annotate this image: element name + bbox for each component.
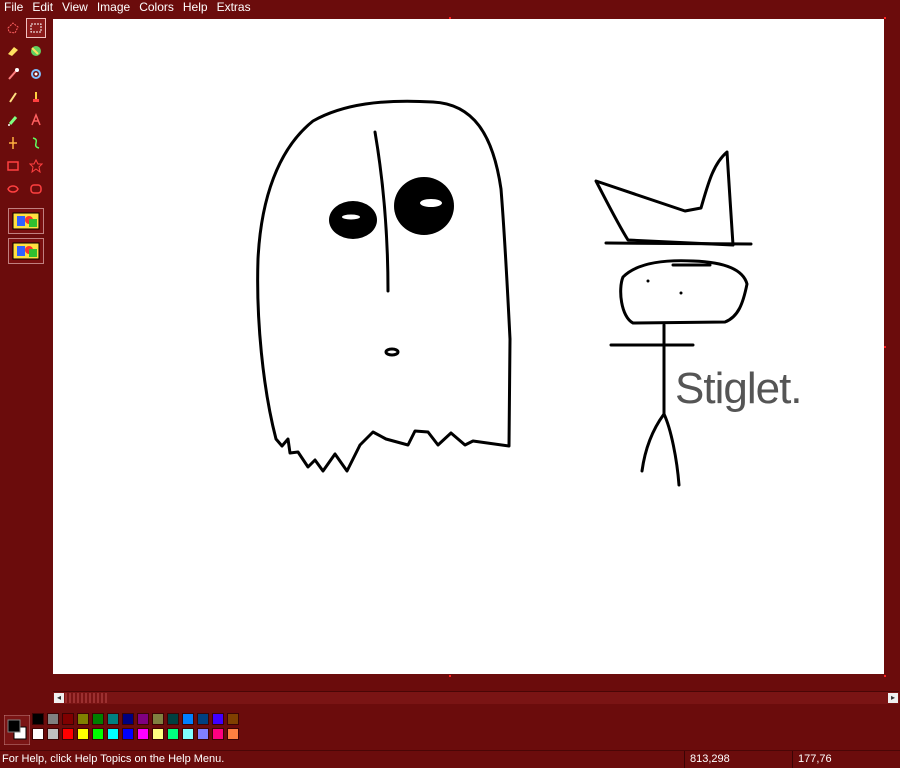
menu-extras[interactable]: Extras — [213, 0, 256, 15]
menu-bar: File Edit View Image Colors Help Extras — [0, 0, 900, 15]
menu-help[interactable]: Help — [179, 0, 213, 15]
color-swatch[interactable] — [122, 728, 134, 740]
curve-tool[interactable] — [26, 133, 46, 153]
pencil-tool[interactable] — [3, 87, 23, 107]
color-swatch[interactable] — [137, 713, 149, 725]
rectangle-icon — [7, 161, 19, 171]
resize-handle[interactable] — [449, 675, 451, 677]
shapes-option-icon — [12, 242, 40, 260]
menu-file[interactable]: File — [0, 0, 28, 15]
scroll-right-arrow[interactable]: ▸ — [888, 693, 898, 703]
color-swatch[interactable] — [92, 713, 104, 725]
color-swatch[interactable] — [167, 713, 179, 725]
rect-select-icon — [30, 23, 42, 33]
eraser-icon — [8, 47, 18, 56]
polygon-tool[interactable] — [26, 156, 46, 176]
color-swatch[interactable] — [77, 728, 89, 740]
toolbox — [0, 16, 50, 676]
scroll-thumb[interactable] — [65, 693, 109, 703]
color-swatch[interactable] — [77, 713, 89, 725]
menu-image[interactable]: Image — [93, 0, 135, 15]
status-selection-size: 177,76 — [798, 753, 832, 765]
color-swatch[interactable] — [182, 713, 194, 725]
free-select-tool[interactable] — [3, 18, 23, 38]
ghost-nose-line — [373, 130, 390, 293]
eraser-tool[interactable] — [3, 41, 23, 61]
color-swatch[interactable] — [197, 728, 209, 740]
pencil-icon — [9, 92, 17, 103]
ellipse-tool[interactable] — [3, 179, 23, 199]
color-swatch[interactable] — [167, 728, 179, 740]
magnifier-icon — [31, 69, 41, 79]
color-picker-icon — [8, 68, 19, 80]
brush-icon — [33, 92, 39, 102]
ghost-mouth — [384, 347, 400, 357]
fill-tool[interactable] — [26, 41, 46, 61]
free-select-icon — [7, 22, 19, 34]
color-swatch[interactable] — [197, 713, 209, 725]
color-swatch[interactable] — [137, 728, 149, 740]
stiglet-head — [619, 259, 749, 325]
hat-brim — [604, 241, 753, 246]
ellipse-icon — [7, 185, 19, 193]
opaque-option[interactable] — [8, 238, 44, 264]
color-swatch[interactable] — [152, 728, 164, 740]
color-swatch[interactable] — [107, 713, 119, 725]
resize-handle[interactable] — [884, 346, 886, 348]
color-swatch[interactable] — [212, 728, 224, 740]
color-swatch[interactable] — [32, 713, 44, 725]
color-swatch[interactable] — [182, 728, 194, 740]
rounded-rect-icon — [30, 184, 42, 194]
ghost-left-eye — [329, 201, 377, 239]
status-help-text: For Help, click Help Topics on the Help … — [2, 753, 225, 765]
hat — [594, 150, 735, 247]
color-swatch[interactable] — [62, 728, 74, 740]
status-bar: For Help, click Help Topics on the Help … — [0, 750, 900, 768]
line-tool[interactable] — [3, 133, 23, 153]
color-swatch[interactable] — [107, 728, 119, 740]
drawing — [256, 99, 753, 487]
color-swatch[interactable] — [47, 728, 59, 740]
scroll-left-arrow[interactable]: ◂ — [54, 693, 64, 703]
magnifier-tool[interactable] — [26, 64, 46, 84]
color-swatch[interactable] — [47, 713, 59, 725]
rect-select-tool[interactable] — [26, 18, 46, 38]
transparent-option[interactable] — [8, 208, 44, 234]
status-cursor-position: 813,298 — [690, 753, 730, 765]
rectangle-tool[interactable] — [3, 156, 23, 176]
drawing-label: Stiglet. — [675, 364, 803, 413]
current-colors[interactable] — [4, 715, 30, 745]
color-swatch[interactable] — [32, 728, 44, 740]
menu-colors[interactable]: Colors — [135, 0, 179, 15]
stiglet-legs — [640, 412, 681, 487]
curve-icon — [32, 137, 40, 149]
text-icon — [31, 113, 41, 126]
text-tool[interactable] — [26, 110, 46, 130]
primary-color — [7, 719, 21, 733]
menu-view[interactable]: View — [58, 0, 93, 15]
drawing-canvas[interactable]: Stiglet. — [53, 19, 884, 674]
shapes-option-icon — [12, 212, 40, 230]
airbrush-tool[interactable] — [3, 110, 23, 130]
color-palette — [0, 707, 900, 747]
color-swatch[interactable] — [62, 713, 74, 725]
menu-edit[interactable]: Edit — [28, 0, 58, 15]
resize-handle[interactable] — [884, 675, 886, 677]
polygon-icon — [29, 159, 43, 173]
horizontal-scrollbar[interactable]: ◂ ▸ — [53, 691, 899, 704]
color-swatch[interactable] — [227, 713, 239, 725]
brush-tool[interactable] — [26, 87, 46, 107]
resize-handle[interactable] — [884, 17, 886, 19]
airbrush-icon — [8, 116, 18, 126]
color-swatch[interactable] — [152, 713, 164, 725]
color-swatch[interactable] — [92, 728, 104, 740]
fill-bucket-icon — [31, 46, 41, 56]
line-icon — [9, 137, 17, 149]
ghost-outline — [256, 99, 512, 473]
color-swatch[interactable] — [212, 713, 224, 725]
color-swatch[interactable] — [227, 728, 239, 740]
color-picker-tool[interactable] — [3, 64, 23, 84]
color-swatch[interactable] — [122, 713, 134, 725]
rounded-rect-tool[interactable] — [26, 179, 46, 199]
